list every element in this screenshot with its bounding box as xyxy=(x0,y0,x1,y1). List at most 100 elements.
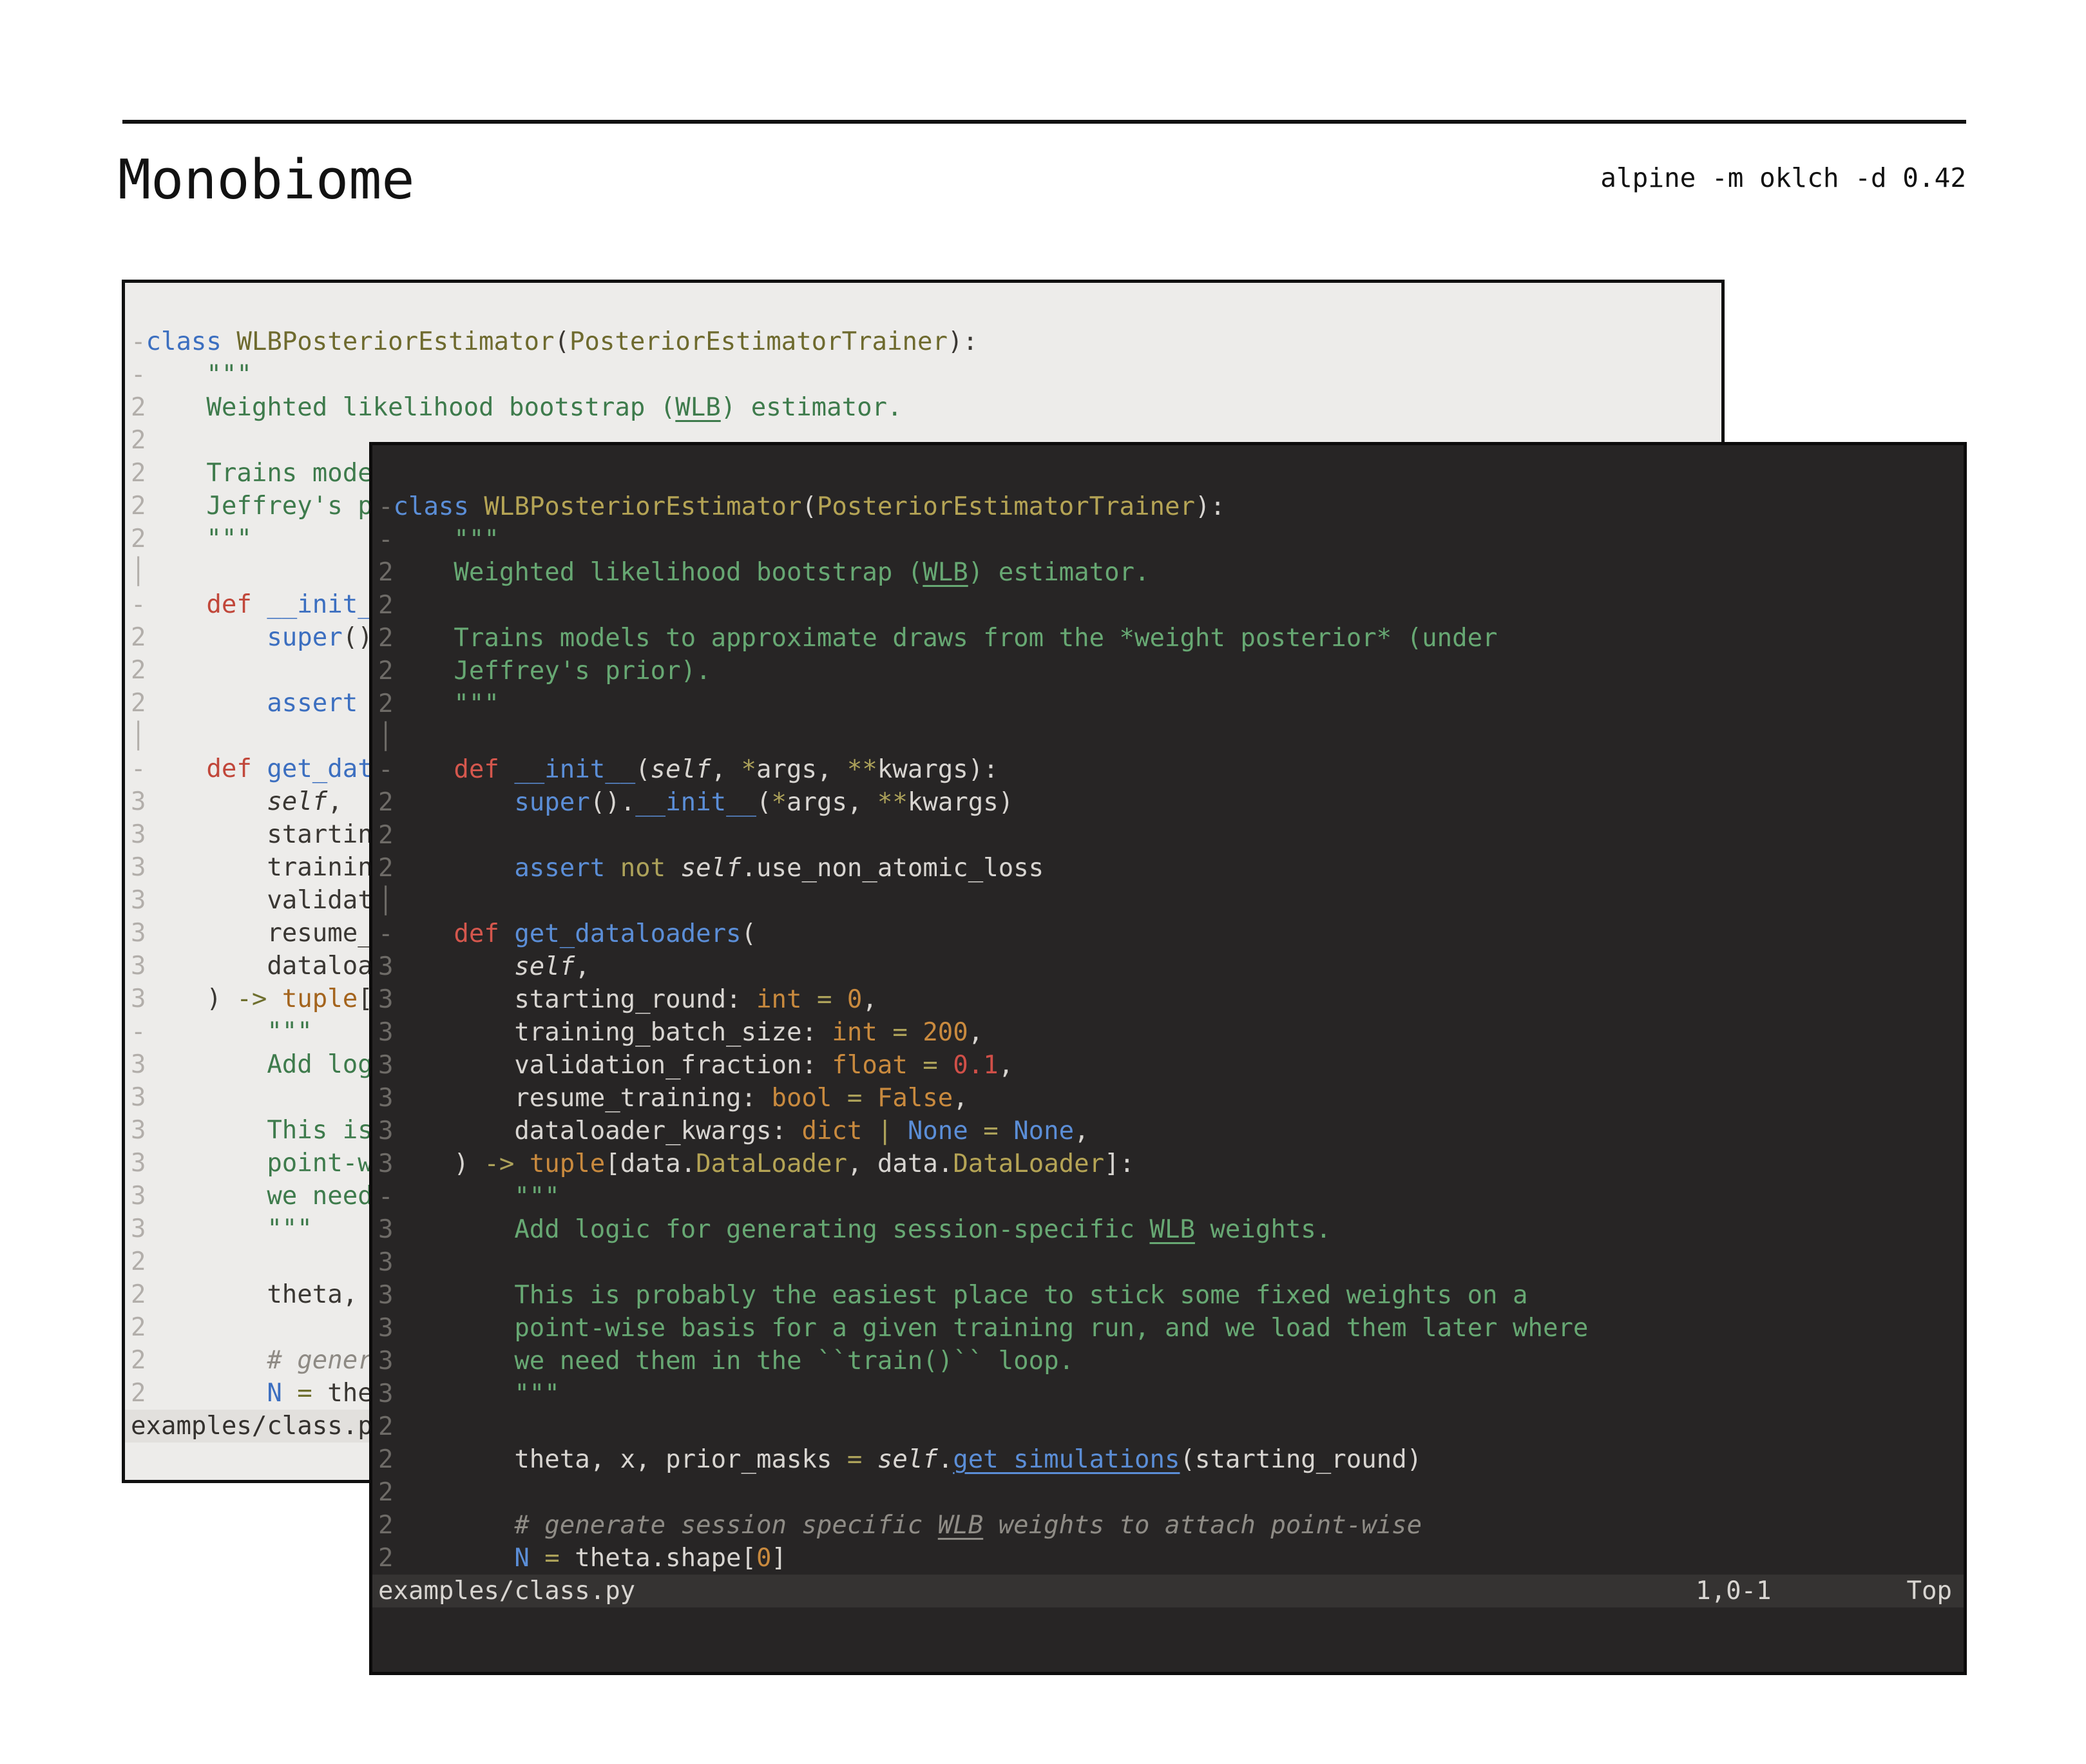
code-token: False xyxy=(877,1084,953,1113)
gutter-fold-marker: 3 xyxy=(131,1214,146,1243)
code-token: , xyxy=(862,985,877,1014)
code-token: resume_training: xyxy=(393,1084,771,1113)
code-line[interactable]: │ xyxy=(378,720,1964,753)
code-token: get_simulations xyxy=(953,1445,1180,1474)
code-line[interactable]: 3 validation_fraction: float = 0.1, xyxy=(378,1049,1964,1082)
gutter-fold-marker: 3 xyxy=(131,787,146,816)
code-token xyxy=(393,952,514,981)
gutter-fold-marker: │ xyxy=(378,887,393,916)
code-line[interactable]: 3 """ xyxy=(378,1377,1964,1410)
code-token: """ xyxy=(146,524,251,553)
code-line[interactable]: 3 ) -> tuple[data.DataLoader, data.DataL… xyxy=(378,1147,1964,1180)
gutter-fold-marker: - xyxy=(378,755,393,784)
gutter-fold-marker: - xyxy=(378,919,393,948)
code-line[interactable]: 2 Jeffrey's prior). xyxy=(378,655,1964,687)
code-token: (). xyxy=(590,788,635,817)
code-line[interactable]: - def get_dataloaders( xyxy=(378,917,1964,950)
code-line[interactable]: 3 point-wise basis for a given training … xyxy=(378,1312,1964,1345)
code-token: self xyxy=(651,755,711,784)
code-line[interactable]: 2 super().__init__(*args, **kwargs) xyxy=(378,786,1964,819)
code-token: ( xyxy=(756,788,771,817)
code-token: , xyxy=(327,787,342,816)
code-token xyxy=(801,985,816,1014)
code-token: ) estimator. xyxy=(968,558,1150,587)
gutter-fold-marker: 2 xyxy=(131,1247,146,1276)
code-token: def xyxy=(146,590,267,619)
code-token: """ xyxy=(146,1214,312,1243)
code-token: theta, x, prior_masks xyxy=(393,1445,847,1474)
code-line[interactable]: 2 xyxy=(378,1410,1964,1443)
code-token: ): xyxy=(948,327,978,356)
code-token: Weighted likelihood bootstrap ( xyxy=(393,558,923,587)
code-token: class xyxy=(393,492,484,521)
code-line[interactable]: 3 self, xyxy=(378,950,1964,983)
code-line[interactable]: 2 xyxy=(378,819,1964,852)
gutter-fold-marker: 2 xyxy=(131,1313,146,1342)
code-line[interactable]: 3 we need them in the ``train()`` loop. xyxy=(378,1345,1964,1377)
code-line[interactable]: 2 theta, x, prior_masks = self.get_simul… xyxy=(378,1443,1964,1476)
code-line[interactable]: 3 training_batch_size: int = 200, xyxy=(378,1016,1964,1049)
code-line[interactable]: 2 xyxy=(378,1476,1964,1509)
code-line[interactable]: 3 dataloader_kwargs: dict | None = None, xyxy=(378,1115,1964,1147)
code-token: Weighted likelihood bootstrap ( xyxy=(146,393,675,422)
code-line[interactable]: 2 """ xyxy=(378,687,1964,720)
gutter-fold-marker: 2 xyxy=(378,1412,393,1441)
code-line[interactable]: 3 Add logic for generating session-speci… xyxy=(378,1213,1964,1246)
gutter-fold-marker: - xyxy=(378,492,393,521)
code-line[interactable]: 2 N = theta.shape[0] xyxy=(378,1542,1964,1575)
code-area-dark[interactable]: -class WLBPosteriorEstimator(PosteriorEs… xyxy=(372,445,1964,1575)
code-token: * xyxy=(742,755,756,784)
code-token: we need them in the ``train()`` loop. xyxy=(393,1347,1074,1376)
code-token: kwargs): xyxy=(877,755,999,784)
header-rule xyxy=(122,120,1966,124)
code-token: ) xyxy=(146,984,236,1013)
code-line[interactable]: 2 xyxy=(378,589,1964,622)
gutter-fold-marker: - xyxy=(378,525,393,554)
code-token: args, xyxy=(756,755,847,784)
code-line[interactable]: 3 resume_training: bool = False, xyxy=(378,1082,1964,1115)
code-token: self xyxy=(681,854,742,883)
code-line[interactable]: 2 Weighted likelihood bootstrap (WLB) es… xyxy=(378,556,1964,589)
code-line[interactable]: 2 Trains models to approximate draws fro… xyxy=(378,622,1964,655)
code-token: ( xyxy=(742,919,756,948)
code-token: WLB xyxy=(1149,1215,1194,1244)
code-line[interactable]: - def __init__(self, *args, **kwargs): xyxy=(378,753,1964,786)
code-token: weights. xyxy=(1195,1215,1331,1244)
code-line[interactable]: 3 This is probably the easiest place to … xyxy=(378,1279,1964,1312)
gutter-fold-marker: 2 xyxy=(378,1445,393,1474)
code-token: | xyxy=(877,1117,892,1146)
code-line[interactable]: 2 assert not self.use_non_atomic_loss xyxy=(378,852,1964,885)
code-line[interactable]: -class WLBPosteriorEstimator(PosteriorEs… xyxy=(378,490,1964,523)
code-line[interactable]: │ xyxy=(378,885,1964,917)
gutter-fold-marker: │ xyxy=(131,722,146,751)
code-token: def xyxy=(393,919,514,948)
gutter-fold-marker: 2 xyxy=(131,524,146,553)
code-token: 0 xyxy=(847,985,862,1014)
code-line[interactable]: -class WLBPosteriorEstimator(PosteriorEs… xyxy=(131,325,1721,358)
code-token: """ xyxy=(393,525,499,554)
code-token xyxy=(832,1084,847,1113)
gutter-fold-marker: 2 xyxy=(378,657,393,685)
gutter-fold-marker: │ xyxy=(131,557,146,586)
code-token: WLB xyxy=(938,1511,983,1540)
code-line[interactable]: 3 xyxy=(378,1246,1964,1279)
code-line[interactable]: - """ xyxy=(378,523,1964,556)
code-token: __init__ xyxy=(635,788,756,817)
gutter-fold-marker: 2 xyxy=(378,788,393,817)
code-line[interactable]: - """ xyxy=(131,358,1721,391)
code-token: """ xyxy=(393,1379,559,1408)
code-line[interactable]: 2 # generate session specific WLB weight… xyxy=(378,1509,1964,1542)
code-token: = xyxy=(983,1117,998,1146)
code-token: def xyxy=(146,754,267,783)
code-token: = xyxy=(847,1445,862,1474)
code-line[interactable]: - """ xyxy=(378,1180,1964,1213)
gutter-fold-marker: 2 xyxy=(131,492,146,521)
code-token: WLB xyxy=(675,393,720,422)
code-token: """ xyxy=(146,360,251,389)
gutter-fold-marker: 3 xyxy=(131,919,146,948)
code-line[interactable]: 2 Weighted likelihood bootstrap (WLB) es… xyxy=(131,391,1721,424)
code-token: , data. xyxy=(847,1149,953,1178)
code-line[interactable]: 3 starting_round: int = 0, xyxy=(378,983,1964,1016)
code-token: theta.shape[ xyxy=(560,1544,756,1573)
code-token: 0.1 xyxy=(953,1051,998,1080)
